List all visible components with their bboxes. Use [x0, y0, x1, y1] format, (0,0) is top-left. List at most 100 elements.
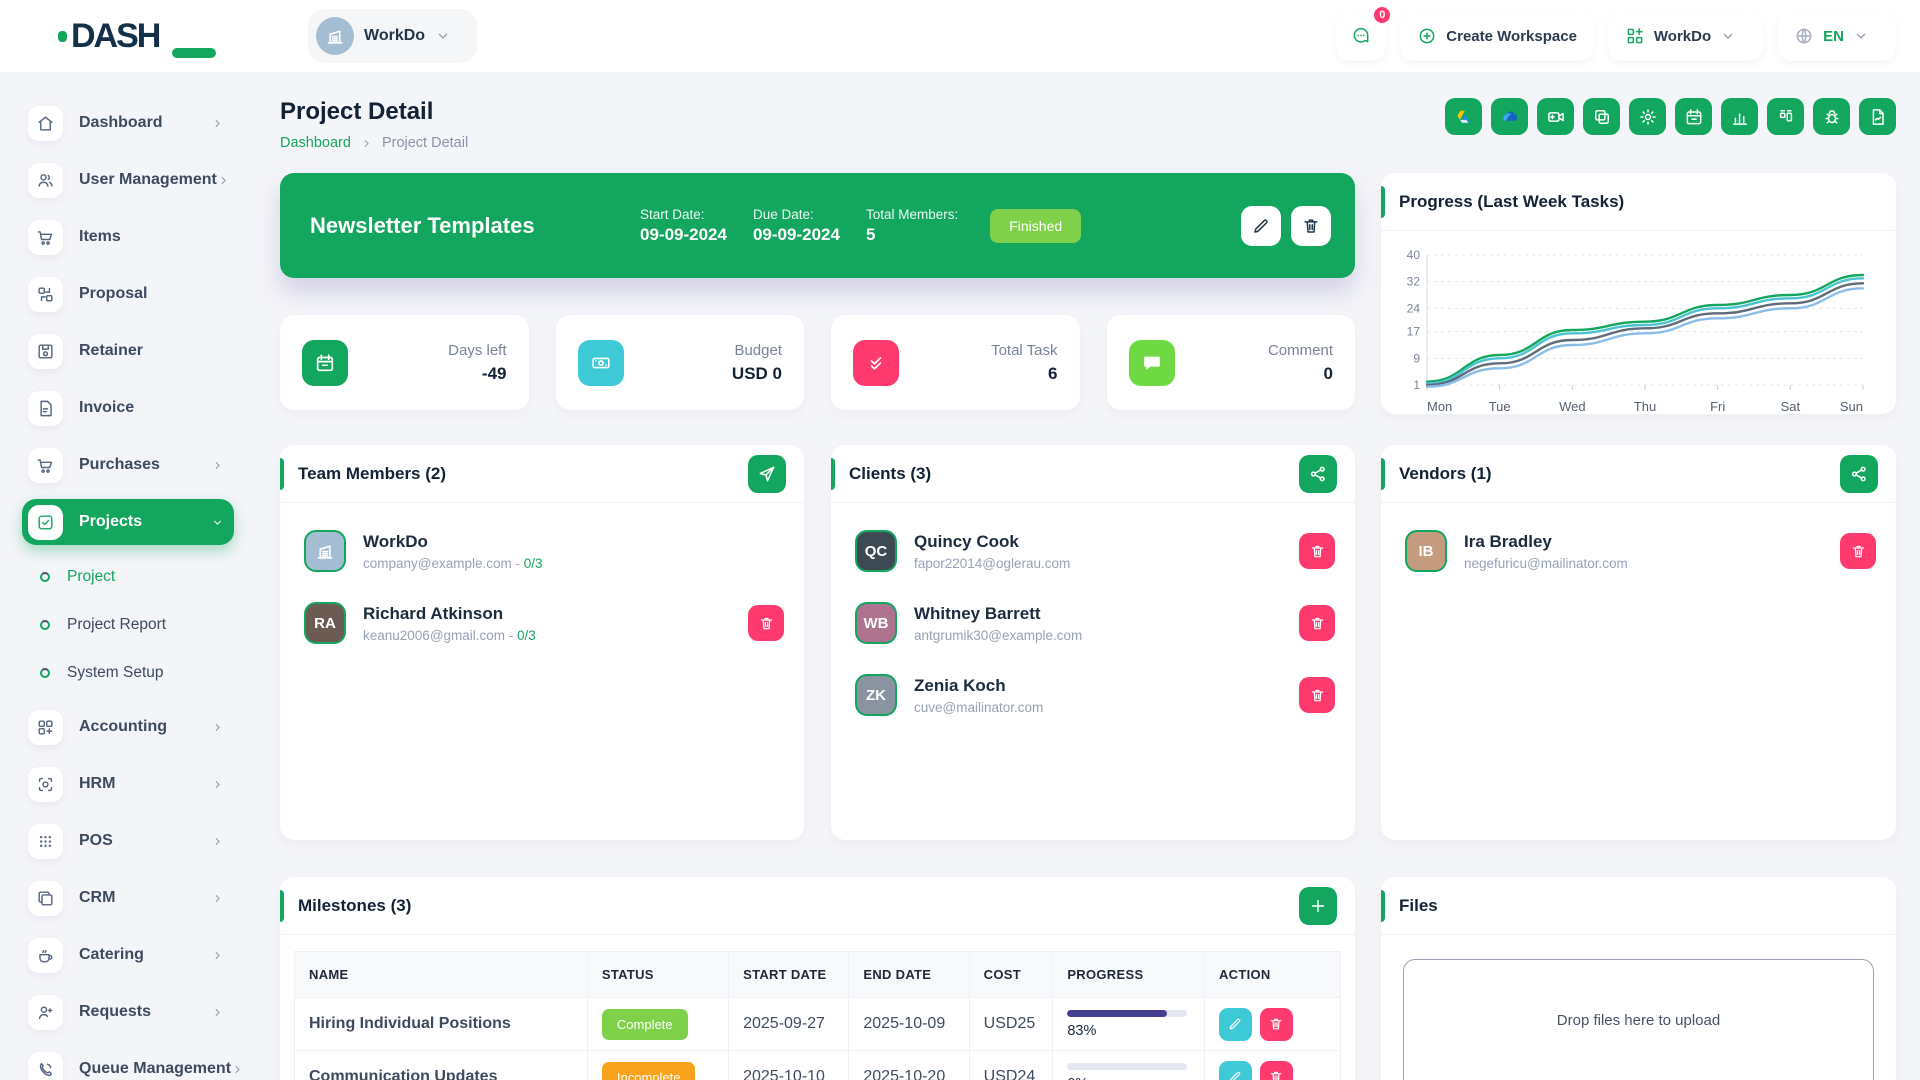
- calendar-button[interactable]: [1675, 98, 1712, 135]
- delete-project-button[interactable]: [1291, 206, 1331, 246]
- sidebar-item-label: Retainer: [79, 342, 234, 360]
- sidebar-item-requests[interactable]: Requests: [22, 989, 234, 1035]
- stat-card-total-task: Total Task 6: [831, 315, 1080, 410]
- share-vendors-button[interactable]: [1840, 455, 1878, 493]
- remove-person-button[interactable]: [1299, 533, 1335, 569]
- milestone-cost: USD24: [969, 1051, 1053, 1080]
- sidebar-item-crm[interactable]: CRM: [22, 875, 234, 921]
- delete-milestone-button[interactable]: [1260, 1061, 1293, 1080]
- sidebar-item-invoice[interactable]: Invoice: [22, 385, 234, 431]
- floppy-icon: [28, 334, 63, 369]
- swap-grid-icon: [28, 277, 63, 312]
- sidebar-item-label: Dashboard: [79, 114, 211, 132]
- person-email: keanu2006@gmail.com - 0/3: [363, 628, 536, 643]
- team-members-list: WorkDo company@example.com - 0/3 RA Rich…: [280, 503, 804, 659]
- sidebar-item-dashboard[interactable]: Dashboard: [22, 100, 234, 146]
- sidebar-item-label: Invoice: [79, 399, 234, 417]
- video-camera-button[interactable]: [1537, 98, 1574, 135]
- blocks-icon: [28, 710, 63, 745]
- edit-milestone-button[interactable]: [1219, 1008, 1252, 1041]
- sidebar-submenu-projects: Project Project Report System Setup: [22, 556, 252, 694]
- progress-line-chart: 4032241791MonTueWedThuFriSatSun: [1381, 231, 1896, 414]
- delete-milestone-button[interactable]: [1260, 1008, 1293, 1041]
- plus-circle-icon: [1417, 26, 1437, 46]
- sidebar-item-hrm[interactable]: HRM: [22, 761, 234, 807]
- file-button[interactable]: [1859, 98, 1896, 135]
- google-drive-button[interactable]: [1445, 98, 1482, 135]
- stat-label: Comment: [1268, 342, 1333, 359]
- messages-button[interactable]: 0: [1336, 11, 1386, 61]
- sidebar-subitem-project[interactable]: Project: [22, 556, 252, 598]
- add-milestone-button[interactable]: [1299, 887, 1337, 925]
- sidebar-item-label: CRM: [79, 889, 211, 907]
- remove-person-button[interactable]: [1840, 533, 1876, 569]
- dropzone-text: Drop files here to upload: [1557, 1012, 1720, 1080]
- chevron-right-icon: [211, 949, 224, 962]
- svg-text:1: 1: [1413, 378, 1420, 392]
- create-workspace-label: Create Workspace: [1446, 28, 1577, 45]
- sidebar-item-retainer[interactable]: Retainer: [22, 328, 234, 374]
- stat-value: USD 0: [732, 364, 782, 384]
- sidebar-item-accounting[interactable]: Accounting: [22, 704, 234, 750]
- sidebar-item-purchases[interactable]: Purchases: [22, 442, 234, 488]
- column-header: STATUS: [587, 952, 728, 998]
- double-check-icon: [853, 340, 899, 386]
- sidebar-item-label: Requests: [79, 1003, 211, 1021]
- vendors-list: IB Ira Bradley negefuricu@mailinator.com: [1381, 503, 1896, 587]
- google-drive-icon: [1454, 107, 1474, 127]
- sidebar-subitem-label: System Setup: [67, 664, 164, 682]
- chevron-right-icon: [231, 1063, 244, 1076]
- onedrive-button[interactable]: [1491, 98, 1528, 135]
- stat-value: -49: [448, 364, 506, 384]
- list-item-workdo: WorkDo company@example.com - 0/3: [280, 515, 804, 587]
- language-button[interactable]: EN: [1777, 11, 1896, 61]
- sidebar-item-label: Projects: [79, 513, 211, 531]
- create-workspace-button[interactable]: Create Workspace: [1400, 11, 1594, 61]
- column-header: START DATE: [729, 952, 849, 998]
- sidebar-item-proposal[interactable]: Proposal: [22, 271, 234, 317]
- share-icon: [1849, 464, 1869, 484]
- trash-icon: [1268, 1016, 1284, 1032]
- sidebar-subitem-system-setup[interactable]: System Setup: [22, 652, 252, 694]
- settings-button[interactable]: [1629, 98, 1666, 135]
- breadcrumb-dashboard-link[interactable]: Dashboard: [280, 135, 351, 151]
- sidebar-item-items[interactable]: Items: [22, 214, 234, 260]
- stat-value: 6: [991, 364, 1057, 384]
- remove-person-button[interactable]: [1299, 677, 1335, 713]
- sidebar-item-projects[interactable]: Projects: [22, 499, 234, 545]
- app-switcher-button[interactable]: WorkDo: [1608, 11, 1763, 61]
- sidebar-subitem-label: Project Report: [67, 616, 166, 634]
- kanban-button[interactable]: [1767, 98, 1804, 135]
- file-dropzone[interactable]: Drop files here to upload: [1403, 959, 1874, 1080]
- sidebar-item-label: Purchases: [79, 456, 211, 474]
- copy-icon: [1592, 107, 1612, 127]
- copy-button[interactable]: [1583, 98, 1620, 135]
- logo-text: DASH: [71, 17, 159, 56]
- share-clients-button[interactable]: [1299, 455, 1337, 493]
- sidebar-item-catering[interactable]: Catering: [22, 932, 234, 978]
- sidebar-item-queue-management[interactable]: Queue Management: [22, 1046, 234, 1080]
- svg-text:Sat: Sat: [1781, 399, 1801, 414]
- sidebar-item-pos[interactable]: POS: [22, 818, 234, 864]
- grid-dots-icon: [28, 824, 63, 859]
- bug-button[interactable]: [1813, 98, 1850, 135]
- workspace-avatar-building-icon: [316, 17, 354, 55]
- start-date-group: Start Date: 09-09-2024: [640, 207, 727, 245]
- invite-member-button[interactable]: [748, 455, 786, 493]
- sidebar-item-user-management[interactable]: User Management: [22, 157, 234, 203]
- remove-person-button[interactable]: [748, 605, 784, 641]
- sidebar-subitem-project-report[interactable]: Project Report: [22, 604, 252, 646]
- home-icon: [28, 106, 63, 141]
- pencil-icon: [1251, 216, 1271, 236]
- remove-person-button[interactable]: [1299, 605, 1335, 641]
- project-name: Newsletter Templates: [310, 213, 640, 239]
- bar-chart-button[interactable]: [1721, 98, 1758, 135]
- edit-project-button[interactable]: [1241, 206, 1281, 246]
- trash-icon: [1301, 216, 1321, 236]
- status-badge: Finished: [990, 209, 1081, 243]
- edit-milestone-button[interactable]: [1219, 1061, 1252, 1080]
- workspace-selector[interactable]: WorkDo: [308, 9, 477, 63]
- check-square-icon: [28, 505, 63, 540]
- chevron-down-icon: [211, 516, 224, 529]
- bullet-icon: [40, 668, 50, 678]
